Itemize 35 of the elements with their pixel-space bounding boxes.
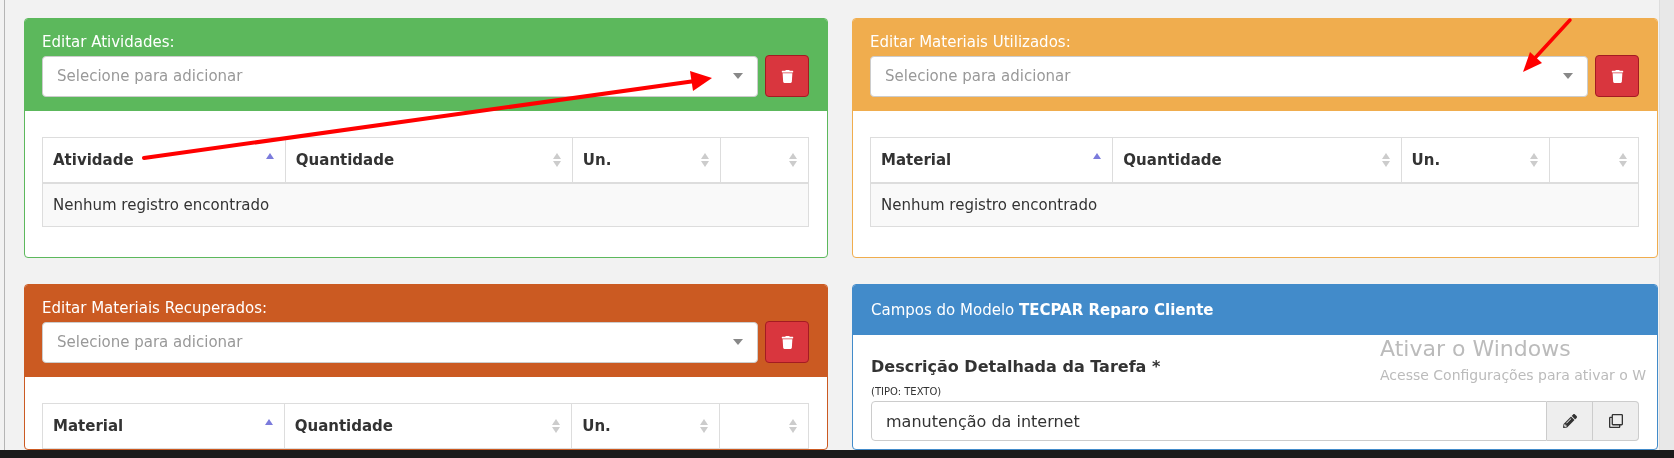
trash-icon	[780, 69, 794, 83]
sort-icon[interactable]	[699, 418, 710, 434]
field-label: Descrição Detalhada da Tarefa *	[871, 357, 1161, 376]
edit-button[interactable]	[1547, 401, 1593, 441]
text-field[interactable]: manutenção da internet	[871, 401, 1547, 441]
scrollbar[interactable]	[1659, 0, 1674, 450]
panel-title: Editar Atividades:	[42, 32, 176, 53]
sort-icon[interactable]	[1618, 152, 1628, 168]
caret-icon	[1563, 73, 1573, 79]
empty-message: Nenhum registro encontrado	[42, 183, 809, 227]
copy-button[interactable]	[1593, 401, 1639, 441]
caret-icon	[733, 339, 743, 345]
annotation-arrow	[1523, 18, 1572, 72]
field-type-note: (TIPO: TEXTO)	[871, 386, 942, 397]
sort-icon[interactable]	[1529, 152, 1540, 168]
pencil-icon	[1562, 414, 1577, 428]
delete-button[interactable]	[765, 55, 809, 97]
sort-icon[interactable]	[551, 152, 562, 168]
sort-icon[interactable]	[788, 418, 798, 434]
sort-icon[interactable]	[788, 152, 798, 168]
panel-title: Editar Materiais Utilizados:	[870, 32, 1072, 53]
delete-button[interactable]	[765, 321, 809, 363]
trash-icon	[780, 335, 794, 349]
sort-icon[interactable]	[1380, 152, 1391, 168]
panel-title: Editar Materiais Recuperados:	[42, 298, 269, 319]
panel-title: Campos do Modelo TECPAR Reparo Cliente	[871, 301, 1214, 319]
delete-button[interactable]	[1595, 55, 1639, 97]
sort-icon[interactable]	[551, 418, 562, 434]
watermark-title: Ativar o Windows	[1380, 336, 1572, 361]
watermark-text: Acesse Configurações para ativar o W	[1380, 367, 1647, 383]
empty-message: Nenhum registro encontrado	[870, 183, 1639, 227]
sort-icon[interactable]	[699, 152, 710, 168]
trash-icon	[1610, 69, 1624, 83]
caret-icon	[733, 73, 743, 79]
copy-icon	[1608, 414, 1623, 428]
